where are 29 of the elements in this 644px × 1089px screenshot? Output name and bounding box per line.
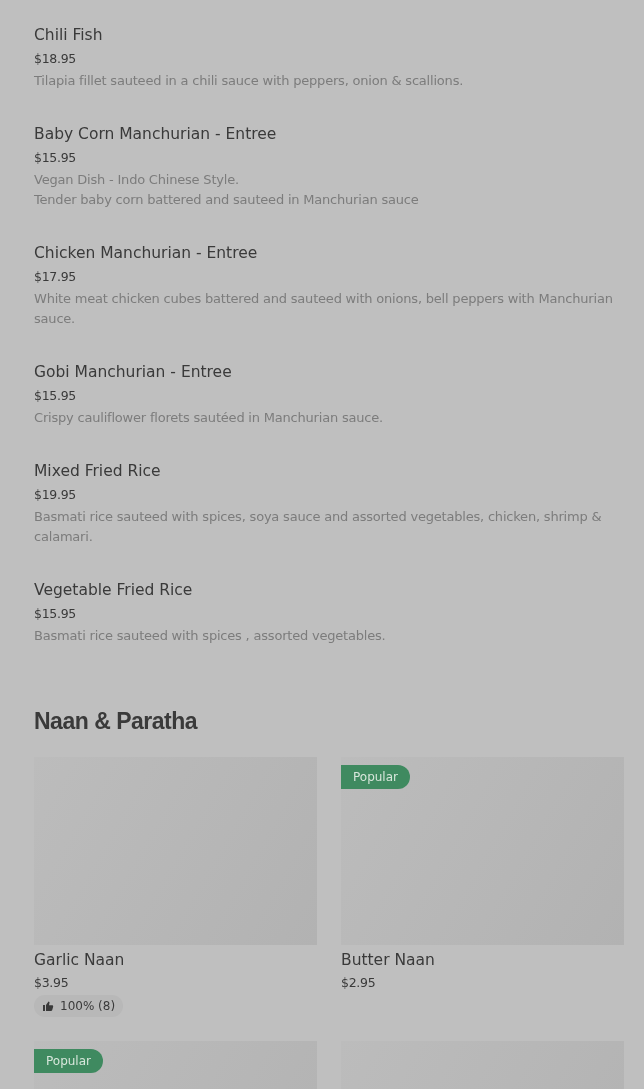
item-price: $19.95 (34, 486, 77, 504)
item-name[interactable]: Chili Fish (34, 23, 624, 47)
item-description: Crispy cauliflower florets sautéed in Manchurian sauce. (34, 409, 384, 427)
item-description: White meat chicken cubes battered and sauteed with onions, bell peppers with Manchurian sauce. (34, 290, 614, 328)
image-placeholder[interactable]: Popular (34, 1041, 317, 1089)
thumbs-up-icon (42, 1000, 54, 1012)
popular-badge: Popular (34, 1049, 103, 1073)
rating-text: 100% (8) (60, 999, 116, 1013)
item-price: $15.95 (34, 387, 77, 405)
item-description: Vegan Dish - Indo Chinese Style. Tender baby corn battered and sauteed in Manchurian sauce (34, 171, 420, 209)
item-name[interactable]: Mixed Fried Rice (34, 459, 624, 483)
item-name[interactable]: Chicken Manchurian - Entree (34, 241, 624, 265)
item-price: $15.95 (34, 605, 77, 623)
item-name[interactable]: Baby Corn Manchurian - Entree (34, 122, 624, 146)
image-placeholder[interactable]: Popular (341, 757, 624, 945)
section-title: Naan & Paratha (34, 708, 199, 735)
card-price: $3.95 (34, 974, 69, 992)
card-name[interactable]: Garlic Naan (34, 949, 125, 971)
item-name[interactable]: Vegetable Fried Rice (34, 578, 624, 602)
item-price: $18.95 (34, 50, 77, 68)
card-price: $2.95 (341, 974, 376, 992)
item-price: $17.95 (34, 268, 77, 286)
item-description: Basmati rice sauteed with spices, soya sauce and assorted vegetables, chicken, shrimp & calamari. (34, 508, 603, 546)
item-price: $15.95 (34, 149, 77, 167)
item-description: Tilapia fillet sauteed in a chili sauce with peppers, onion & scallions. (34, 72, 465, 90)
item-description: Basmati rice sauteed with spices , assorted vegetables. (34, 627, 387, 645)
popular-badge: Popular (341, 765, 410, 789)
card-name[interactable]: Butter Naan (341, 949, 435, 971)
item-name[interactable]: Gobi Manchurian - Entree (34, 360, 624, 384)
